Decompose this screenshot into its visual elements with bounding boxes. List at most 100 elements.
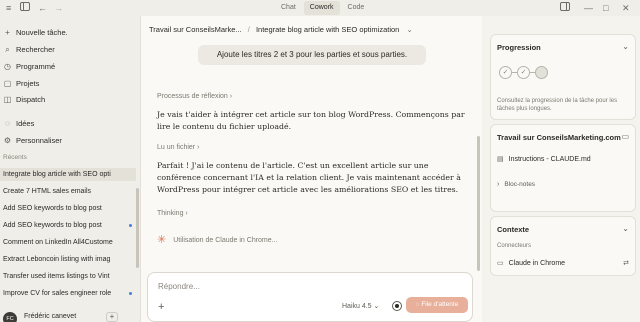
sidebar-scrollbar[interactable]	[136, 188, 139, 268]
workspace-title: Travail sur ConseilsMarketing.com	[497, 133, 621, 142]
file-icon: ▤	[497, 156, 504, 163]
workspace-card: Travail sur ConseilsMarketing.com ▭ ▤ In…	[490, 124, 636, 212]
sidebar-item-customize[interactable]: ⚙ Personnaliser	[3, 134, 62, 147]
chevron-down-icon[interactable]: ⌄	[622, 224, 629, 233]
add-button[interactable]: +	[106, 312, 118, 322]
unread-dot-icon	[129, 224, 132, 227]
file-read-label: Lu un fichier	[157, 144, 196, 151]
recent-item[interactable]: Integrate blog article with SEO opti	[0, 168, 136, 181]
recents-heading: Récents	[3, 154, 27, 161]
forward-arrow-icon[interactable]: →	[54, 2, 63, 14]
model-name: Haiku 4.5	[342, 303, 372, 310]
queue-button[interactable]: ◌ File d'attente	[406, 297, 468, 313]
clock-icon: ◷	[4, 62, 11, 71]
file-read-toggle[interactable]: Lu un fichier ›	[157, 144, 199, 151]
reply-input[interactable]: Répondre...	[158, 282, 200, 291]
mode-switcher: Chat Cowork Code	[275, 1, 370, 15]
progress-step-done-icon: ✓	[499, 66, 512, 79]
message-composer[interactable]: Répondre... + Haiku 4.5 ⌄ ◌ File d'atten…	[147, 272, 473, 322]
sidebar-toggle-icon[interactable]	[20, 2, 30, 14]
folder-icon[interactable]: ▭	[621, 132, 629, 141]
claude-spark-icon: ✳	[157, 233, 167, 246]
file-name: Instructions - CLAUDE.md	[508, 155, 591, 163]
sidebar-item-label: Dispatch	[16, 95, 46, 104]
back-arrow-icon[interactable]: ←	[38, 2, 47, 14]
file-item[interactable]: ▤ Instructions - CLAUDE.md	[497, 155, 591, 164]
notes-toggle[interactable]: › Bloc-notes	[497, 181, 535, 188]
breadcrumb: Travail sur ConseilsMarke... / Integrate…	[149, 25, 413, 34]
sidebar-item-label: Nouvelle tâche.	[16, 28, 68, 37]
minimize-icon[interactable]: —	[584, 2, 593, 14]
sidebar-item-new-task[interactable]: + Nouvelle tâche.	[3, 26, 68, 39]
recent-item[interactable]: Improve CV for sales engineer role	[0, 287, 136, 300]
attach-plus-icon[interactable]: +	[158, 301, 164, 313]
notes-label: Bloc-notes	[504, 181, 536, 188]
recent-item[interactable]: Add SEO keywords to blog post	[0, 202, 136, 215]
menu-icon[interactable]: ≡	[6, 2, 11, 14]
sidebar-item-ideas[interactable]: ◌ Idées	[3, 117, 34, 130]
sidebar-item-dispatch[interactable]: ◫ Dispatch	[3, 93, 45, 106]
recent-item[interactable]: Extract Leboncoin listing with imag	[0, 253, 136, 266]
close-icon[interactable]: ✕	[622, 2, 630, 14]
tab-code[interactable]: Code	[342, 1, 371, 15]
context-card: Contexte ⌄ Connecteurs ▭ Claude in Chrom…	[490, 216, 636, 276]
breadcrumb-task[interactable]: Integrate blog article with SEO optimiza…	[256, 25, 399, 34]
chevron-right-icon: ›	[497, 181, 500, 188]
breadcrumb-project[interactable]: Travail sur ConseilsMarke...	[149, 25, 242, 34]
sidebar-item-label: Programmé	[16, 62, 56, 71]
sidebar-item-scheduled[interactable]: ◷ Programmé	[3, 60, 55, 73]
sidebar-item-label: Projets	[16, 79, 40, 88]
chevron-right-icon: ›	[185, 210, 188, 217]
tool-use-label: Utilisation de Claude in Chrome...	[173, 236, 278, 244]
chevron-down-icon[interactable]: ⌄	[622, 42, 629, 51]
sidebar-item-search[interactable]: ⌕ Rechercher	[3, 43, 55, 56]
connector-settings-icon[interactable]: ⇄	[623, 259, 629, 267]
reasoning-toggle[interactable]: Processus de réflexion ›	[157, 93, 232, 100]
thinking-label: Thinking	[157, 210, 184, 217]
progress-step-done-icon: ✓	[517, 66, 530, 79]
record-icon[interactable]	[392, 301, 402, 311]
chevron-right-icon: ›	[197, 144, 200, 151]
thinking-toggle[interactable]: Thinking ›	[157, 210, 188, 217]
lightbulb-icon: ◌	[5, 119, 10, 128]
progress-card: Progression ⌄ ✓ ✓ Consultez la progressi…	[490, 34, 636, 120]
connector-item[interactable]: ▭ Claude in Chrome	[497, 259, 631, 268]
sidebar-item-label: Idées	[16, 119, 35, 128]
maximize-icon[interactable]: □	[603, 2, 608, 14]
reasoning-label: Processus de réflexion	[157, 93, 228, 100]
sidebar-item-projects[interactable]: ▢ Projets	[3, 77, 40, 90]
recent-item[interactable]: Transfer used items listings to Vint	[0, 270, 136, 283]
connectors-label: Connecteurs	[497, 243, 532, 249]
sidebar-item-label: Rechercher	[16, 45, 55, 54]
queue-label: File d'attente	[421, 301, 459, 308]
gear-icon: ⚙	[3, 136, 12, 145]
user-name: Frédéric canevet	[24, 313, 77, 320]
folder-icon: ▢	[3, 79, 12, 88]
conversation-panel: Travail sur ConseilsMarke... / Integrate…	[140, 16, 482, 322]
model-selector[interactable]: Haiku 4.5 ⌄	[342, 302, 379, 310]
chevron-down-icon[interactable]: ⌄	[406, 25, 412, 34]
tab-chat[interactable]: Chat	[275, 1, 302, 15]
search-icon: ⌕	[5, 44, 10, 54]
right-panel: Progression ⌄ ✓ ✓ Consultez la progressi…	[482, 16, 640, 322]
recent-item[interactable]: Comment on LinkedIn All4Custome	[0, 236, 136, 249]
sidebar-item-label: Personnaliser	[16, 136, 62, 145]
connector-name: Claude in Chrome	[508, 259, 566, 267]
conversation-scrollbar[interactable]	[477, 136, 480, 271]
tool-use-status: ✳ Utilisation de Claude in Chrome...	[157, 233, 278, 247]
sidebar: + Nouvelle tâche. ⌕ Rechercher ◷ Program…	[0, 16, 140, 322]
recent-item[interactable]: Create 7 HTML sales emails	[0, 185, 136, 198]
assistant-paragraph: Parfait ! J'ai le contenu de l'article. …	[157, 161, 461, 194]
tab-cowork[interactable]: Cowork	[303, 1, 340, 15]
panel-toggle-icon[interactable]	[560, 2, 570, 14]
user-profile[interactable]: FC Frédéric canevet +	[0, 312, 140, 322]
recent-item-label: Improve CV for sales engineer role	[3, 290, 112, 297]
avatar: FC	[3, 312, 17, 322]
browser-icon: ▭	[497, 260, 504, 267]
assistant-paragraph: Je vais t'aider à intégrer cet article s…	[157, 110, 465, 131]
progress-step-pending-icon	[535, 66, 548, 79]
chevron-down-icon: ⌄	[373, 303, 380, 310]
context-title: Contexte	[497, 225, 530, 234]
recent-item[interactable]: Add SEO keywords to blog post	[0, 219, 136, 232]
breadcrumb-separator: /	[247, 25, 250, 34]
